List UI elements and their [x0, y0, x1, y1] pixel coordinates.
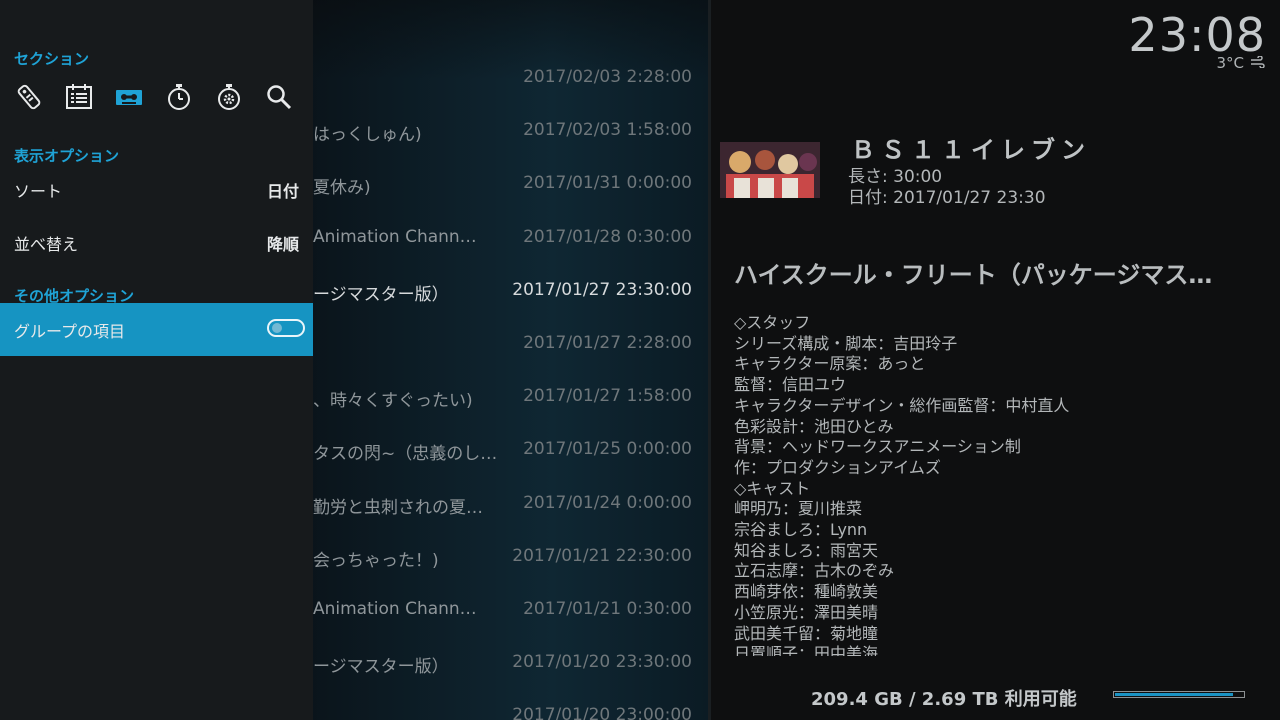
- side-options-panel: セクション 表示オプション ソート 日付 並べ替え 降順 その他オプション グル…: [0, 0, 313, 720]
- description-line: シリーズ構成・脚本：吉田玲子: [734, 333, 958, 353]
- description-line: 色彩設計：池田ひとみ: [734, 416, 894, 436]
- recording-date: 2017/02/03 2:28:00: [523, 67, 692, 87]
- description-line: 立石志摩：古木のぞみ: [734, 561, 895, 581]
- group-items-label: グループの項目: [14, 322, 126, 341]
- storage-info: 209.4 GB / 2.69 TB 利用可能: [811, 689, 1077, 710]
- tv-guide-icon[interactable]: [62, 80, 96, 114]
- timer-icon[interactable]: [162, 80, 196, 114]
- sort-label: ソート: [14, 182, 63, 201]
- recording-title: タスの閃~（忠義のし…: [313, 444, 498, 465]
- recording-date: 2017/01/28 0:30:00: [523, 226, 692, 247]
- recording-title: ージマスター版）: [313, 284, 449, 305]
- recording-date: 2017/01/27 1:58:00: [523, 386, 692, 407]
- order-option[interactable]: 並べ替え 降順: [0, 216, 313, 269]
- weather-info: 3°C: [1216, 54, 1266, 72]
- search-icon[interactable]: [262, 80, 296, 114]
- description-line: 岬明乃：夏川推菜: [734, 499, 863, 519]
- description-line: ◇キャスト: [734, 478, 811, 498]
- channel-name: ＢＳ１１イレブン: [851, 136, 1091, 164]
- description-line: 日置順子：田中美海: [734, 644, 879, 656]
- description-line: 小笠原光：澤田美晴: [734, 602, 879, 622]
- recording-date: 2017/02/03 1:58:00: [523, 120, 692, 141]
- recording-date: 2017/01/27 23:30:00: [512, 279, 692, 300]
- recording-title: Animation Chann…: [313, 599, 477, 619]
- storage-bar: [1113, 691, 1245, 698]
- section-icon-row: [12, 80, 296, 114]
- order-label: 並べ替え: [14, 235, 79, 254]
- temperature: 3°C: [1216, 54, 1244, 72]
- wind-icon: [1250, 54, 1266, 72]
- timer-settings-icon[interactable]: [212, 80, 246, 114]
- sections-header: セクション: [14, 50, 90, 68]
- pvr-recordings-screen: 2017/02/03 2:28:00 はっくしゅん) 2017/02/03 1:58…: [0, 0, 1280, 720]
- description-line: キャラクターデザイン・総作画監督：中村直人: [734, 395, 1070, 415]
- recording-date: 2017/01/25 0:00:00: [523, 439, 692, 460]
- program-thumbnail: [720, 142, 820, 198]
- description-line: キャラクター原案：あっと: [734, 354, 926, 374]
- description-line: 作：プロダクションアイムズ: [734, 457, 941, 477]
- recording-date: 2017/01/21 22:30:00: [512, 545, 692, 566]
- recording-title: はっくしゅん): [313, 125, 422, 146]
- group-items-option[interactable]: グループの項目: [0, 303, 313, 356]
- recording-date: 日付: 2017/01/27 23:30: [848, 188, 1046, 208]
- clock: 23:08: [1128, 8, 1266, 62]
- program-description: ◇スタッフ シリーズ構成・脚本：吉田玲子 キャラクター原案：あっと 監督：信田ユウ キャ…: [734, 313, 1254, 656]
- program-title: ハイスクール・フリート（パッケージマスター版）: [734, 261, 1234, 289]
- recording-title: ージマスター版）: [313, 657, 449, 678]
- description-line: 監督：信田ユウ: [734, 375, 847, 395]
- recording-details-panel: 23:08 3°C ＢＳ１１イレブン 長さ: 30:00 日付: 2017/01…: [711, 0, 1280, 720]
- description-line: 武田美千留：菊地瞳: [734, 623, 879, 643]
- recording-title: 、時々くすぐったい): [313, 391, 473, 412]
- recording-title: Animation Chann…: [313, 226, 477, 247]
- storage-bar-fill: [1115, 693, 1233, 696]
- remote-control-icon[interactable]: [12, 80, 46, 114]
- toggle-knob: [272, 323, 282, 333]
- recording-date: 2017/01/21 0:30:00: [523, 599, 692, 619]
- sort-value: 日付: [266, 182, 299, 201]
- recordings-tape-icon[interactable]: [112, 80, 146, 114]
- recording-date: 2017/01/20 23:30:00: [512, 652, 692, 673]
- description-line: ◇スタッフ: [734, 313, 811, 332]
- sort-option[interactable]: ソート 日付: [0, 163, 313, 216]
- recording-title: 勤労と虫刺されの夏…: [313, 497, 483, 518]
- recording-date: 2017/01/20 23:00:00: [512, 705, 692, 720]
- description-line: 西崎芽依：種崎敦美: [734, 582, 879, 602]
- recording-title: 夏休み): [313, 178, 371, 199]
- recording-date: 2017/01/24 0:00:00: [523, 492, 692, 513]
- order-value: 降順: [266, 235, 299, 254]
- description-line: 背景：ヘッドワークスアニメーション制: [734, 437, 1021, 457]
- recording-date: 2017/01/31 0:00:00: [523, 173, 692, 194]
- recording-date: 2017/01/27 2:28:00: [523, 333, 692, 353]
- description-line: 知谷ましろ：雨宮天: [734, 540, 879, 560]
- recording-title: 会っちゃった！): [313, 550, 439, 571]
- description-line: 宗谷ましろ：Lynn: [734, 520, 868, 540]
- group-items-toggle[interactable]: [267, 319, 305, 337]
